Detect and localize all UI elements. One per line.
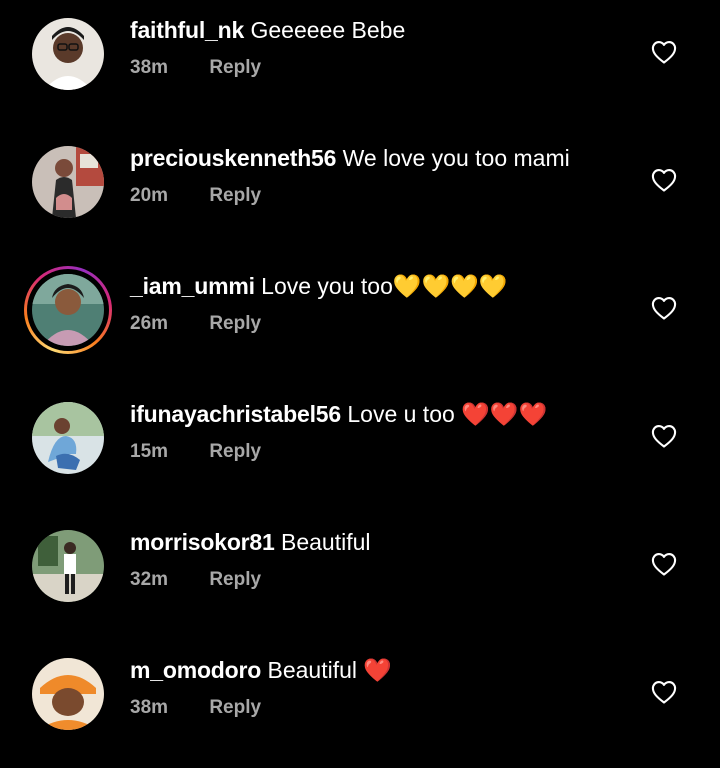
reply-button[interactable]: Reply bbox=[209, 313, 261, 334]
reply-button[interactable]: Reply bbox=[209, 57, 261, 78]
comment-meta: 15m Reply bbox=[130, 440, 261, 464]
reply-button[interactable]: Reply bbox=[209, 697, 261, 718]
comment-item: morrisokor81 Beautiful 32m Reply bbox=[0, 512, 720, 640]
reply-button[interactable]: Reply bbox=[209, 185, 261, 206]
comment-username[interactable]: morrisokor81 bbox=[130, 529, 275, 555]
comment-timestamp: 15m bbox=[130, 441, 169, 462]
comment-meta: 20m Reply bbox=[130, 184, 261, 208]
reply-button[interactable]: Reply bbox=[209, 569, 261, 590]
comment-body: Geeeeee Bebe bbox=[250, 17, 406, 43]
comment-body: We love you too mami bbox=[342, 145, 570, 171]
comment-item: faithful_nk Geeeeee Bebe 38m Reply bbox=[0, 0, 720, 128]
comment-timestamp: 32m bbox=[130, 569, 169, 590]
avatar[interactable] bbox=[32, 658, 104, 730]
heart-outline-icon[interactable] bbox=[650, 678, 678, 706]
comment-username[interactable]: m_omodoro bbox=[130, 657, 261, 683]
comment-body: Love u too ❤️❤️❤️ bbox=[347, 401, 548, 427]
comment-body: Love you too💛💛💛💛 bbox=[261, 273, 508, 299]
comment-body: Beautiful bbox=[281, 529, 371, 555]
heart-outline-icon[interactable] bbox=[650, 422, 678, 450]
comment-timestamp: 38m bbox=[130, 697, 169, 718]
comment-text-line: preciouskenneth56 We love you too mami bbox=[130, 144, 570, 172]
comment-username[interactable]: ifunayachristabel56 bbox=[130, 401, 341, 427]
comment-meta: 32m Reply bbox=[130, 568, 261, 592]
avatar[interactable] bbox=[32, 274, 104, 346]
comment-text-line: faithful_nk Geeeeee Bebe bbox=[130, 16, 405, 44]
comment-timestamp: 20m bbox=[130, 185, 169, 206]
comment-timestamp: 26m bbox=[130, 313, 169, 334]
comment-text-line: m_omodoro Beautiful ❤️ bbox=[130, 656, 392, 684]
comment-text-line: morrisokor81 Beautiful bbox=[130, 528, 371, 556]
comment-item: m_omodoro Beautiful ❤️ 38m Reply bbox=[0, 640, 720, 768]
comment-item: ifunayachristabel56 Love u too ❤️❤️❤️ 15… bbox=[0, 384, 720, 512]
comment-timestamp: 38m bbox=[130, 57, 169, 78]
heart-outline-icon[interactable] bbox=[650, 38, 678, 66]
reply-button[interactable]: Reply bbox=[209, 441, 261, 462]
comment-body: Beautiful ❤️ bbox=[267, 657, 393, 683]
comment-item: preciouskenneth56 We love you too mami 2… bbox=[0, 128, 720, 256]
comment-username[interactable]: _iam_ummi bbox=[130, 273, 255, 299]
comment-item: _iam_ummi Love you too💛💛💛💛 26m Reply bbox=[0, 256, 720, 384]
comment-username[interactable]: faithful_nk bbox=[130, 17, 244, 43]
avatar[interactable] bbox=[32, 18, 104, 90]
avatar[interactable] bbox=[32, 402, 104, 474]
heart-outline-icon[interactable] bbox=[650, 166, 678, 194]
avatar[interactable] bbox=[32, 146, 104, 218]
comment-text-line: ifunayachristabel56 Love u too ❤️❤️❤️ bbox=[130, 400, 547, 428]
avatar[interactable] bbox=[32, 530, 104, 602]
heart-outline-icon[interactable] bbox=[650, 550, 678, 578]
avatar-story-ring[interactable] bbox=[24, 266, 112, 354]
comment-username[interactable]: preciouskenneth56 bbox=[130, 145, 336, 171]
heart-outline-icon[interactable] bbox=[650, 294, 678, 322]
comment-meta: 38m Reply bbox=[130, 696, 261, 720]
comment-text-line: _iam_ummi Love you too💛💛💛💛 bbox=[130, 272, 507, 300]
comment-meta: 38m Reply bbox=[130, 56, 261, 80]
comment-meta: 26m Reply bbox=[130, 312, 261, 336]
